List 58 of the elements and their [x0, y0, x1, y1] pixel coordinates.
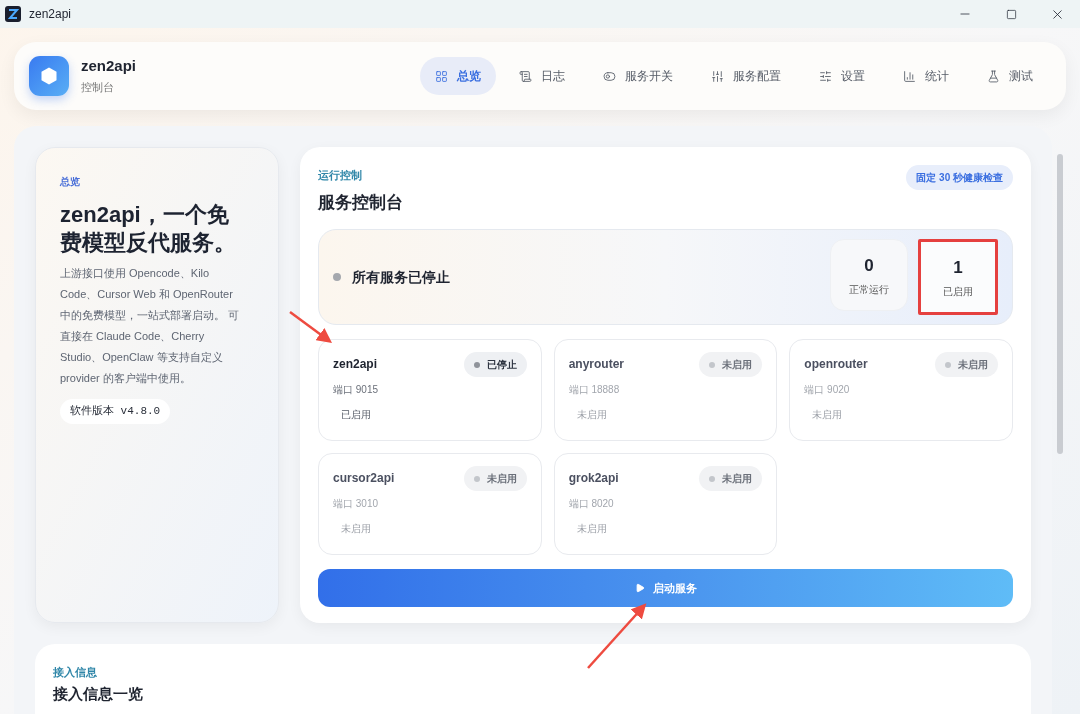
stat-label: 正常运行 — [849, 283, 889, 298]
service-port: 端口 8020 — [568, 497, 615, 511]
service-state: 未启用 — [812, 408, 844, 422]
annotation-arrow — [289, 311, 333, 343]
brand-subtitle: 控制台 — [81, 79, 115, 95]
scrollbar-thumb[interactable] — [1057, 154, 1063, 454]
window-title: zen2api — [29, 6, 72, 23]
service-port: 端口 9020 — [804, 383, 851, 397]
version-badge: 软件版本 v4.8.0 — [60, 399, 171, 424]
status-text: 所有服务已停止 — [352, 267, 450, 287]
service-port: 端口 18888 — [568, 383, 621, 397]
service-name: cursor2api — [333, 470, 395, 487]
intro-eyebrow: 总览 — [60, 175, 81, 189]
service-state: 未启用 — [576, 408, 608, 422]
nav-tab[interactable]: 测试 — [972, 57, 1048, 95]
service-status-badge: 未启用 — [463, 466, 527, 491]
service-name: anyrouter — [568, 356, 624, 373]
control-eyebrow: 运行控制 — [318, 168, 363, 183]
service-status-badge: 未启用 — [699, 352, 763, 377]
service-state: 未启用 — [341, 522, 372, 536]
grid-icon — [435, 69, 448, 83]
service-name: openrouter — [804, 356, 868, 373]
health-check-badge: 固定 30 秒健康检查 — [906, 165, 1013, 190]
control-title: 服务控制台 — [318, 191, 403, 214]
stat-label: 已启用 — [943, 285, 973, 300]
access-title: 接入信息一览 — [53, 684, 144, 703]
sliders-icon — [819, 69, 832, 83]
service-state: 未启用 — [576, 522, 608, 536]
sliders-icon — [711, 69, 724, 83]
nav-tab[interactable]: 日志 — [504, 57, 580, 95]
service-status-badge: 已停止 — [463, 352, 527, 377]
access-eyebrow: 接入信息 — [53, 665, 98, 680]
document-icon — [519, 69, 532, 83]
annotation-arrow — [587, 603, 647, 669]
stat-value: 1 — [953, 256, 963, 279]
intro-title: zen2api，一个免费模型反代服务。 — [60, 201, 237, 257]
app-logo-icon — [5, 6, 21, 22]
intro-description: 上游接口使用 Opencode、Kilo Code、Cursor Web 和 OpenRouter 中的免费模型，一站式部署启动。 可直接在 Claude Code、Cherry Studio、OpenClaw 等支持自定义 provider 的客户端中使用。 — [60, 266, 241, 386]
service-status-badge: 未启用 — [935, 352, 998, 377]
maximize-icon — [1005, 8, 1017, 20]
service-name: grok2api — [568, 470, 619, 487]
play-icon — [634, 583, 645, 593]
nav-tab[interactable]: 设置 — [804, 57, 880, 95]
brand-name: zen2api — [81, 56, 137, 75]
service-port: 端口 3010 — [333, 497, 380, 511]
service-status-badge: 未启用 — [699, 466, 763, 491]
hexagon-logo-icon — [29, 56, 69, 96]
service-name: zen2api — [333, 356, 377, 373]
flask-icon — [987, 69, 1000, 83]
toggle-icon — [603, 69, 616, 83]
stat-value: 0 — [864, 254, 874, 277]
service-port: 端口 9015 — [333, 383, 380, 397]
service-state: 已启用 — [341, 408, 372, 422]
bar-chart-icon — [903, 69, 916, 83]
nav-tab[interactable]: 服务开关 — [588, 57, 688, 95]
nav-tab[interactable]: 统计 — [888, 57, 964, 95]
nav-tab[interactable]: 服务配置 — [696, 57, 796, 95]
nav-tab[interactable]: 总览 — [420, 57, 496, 95]
